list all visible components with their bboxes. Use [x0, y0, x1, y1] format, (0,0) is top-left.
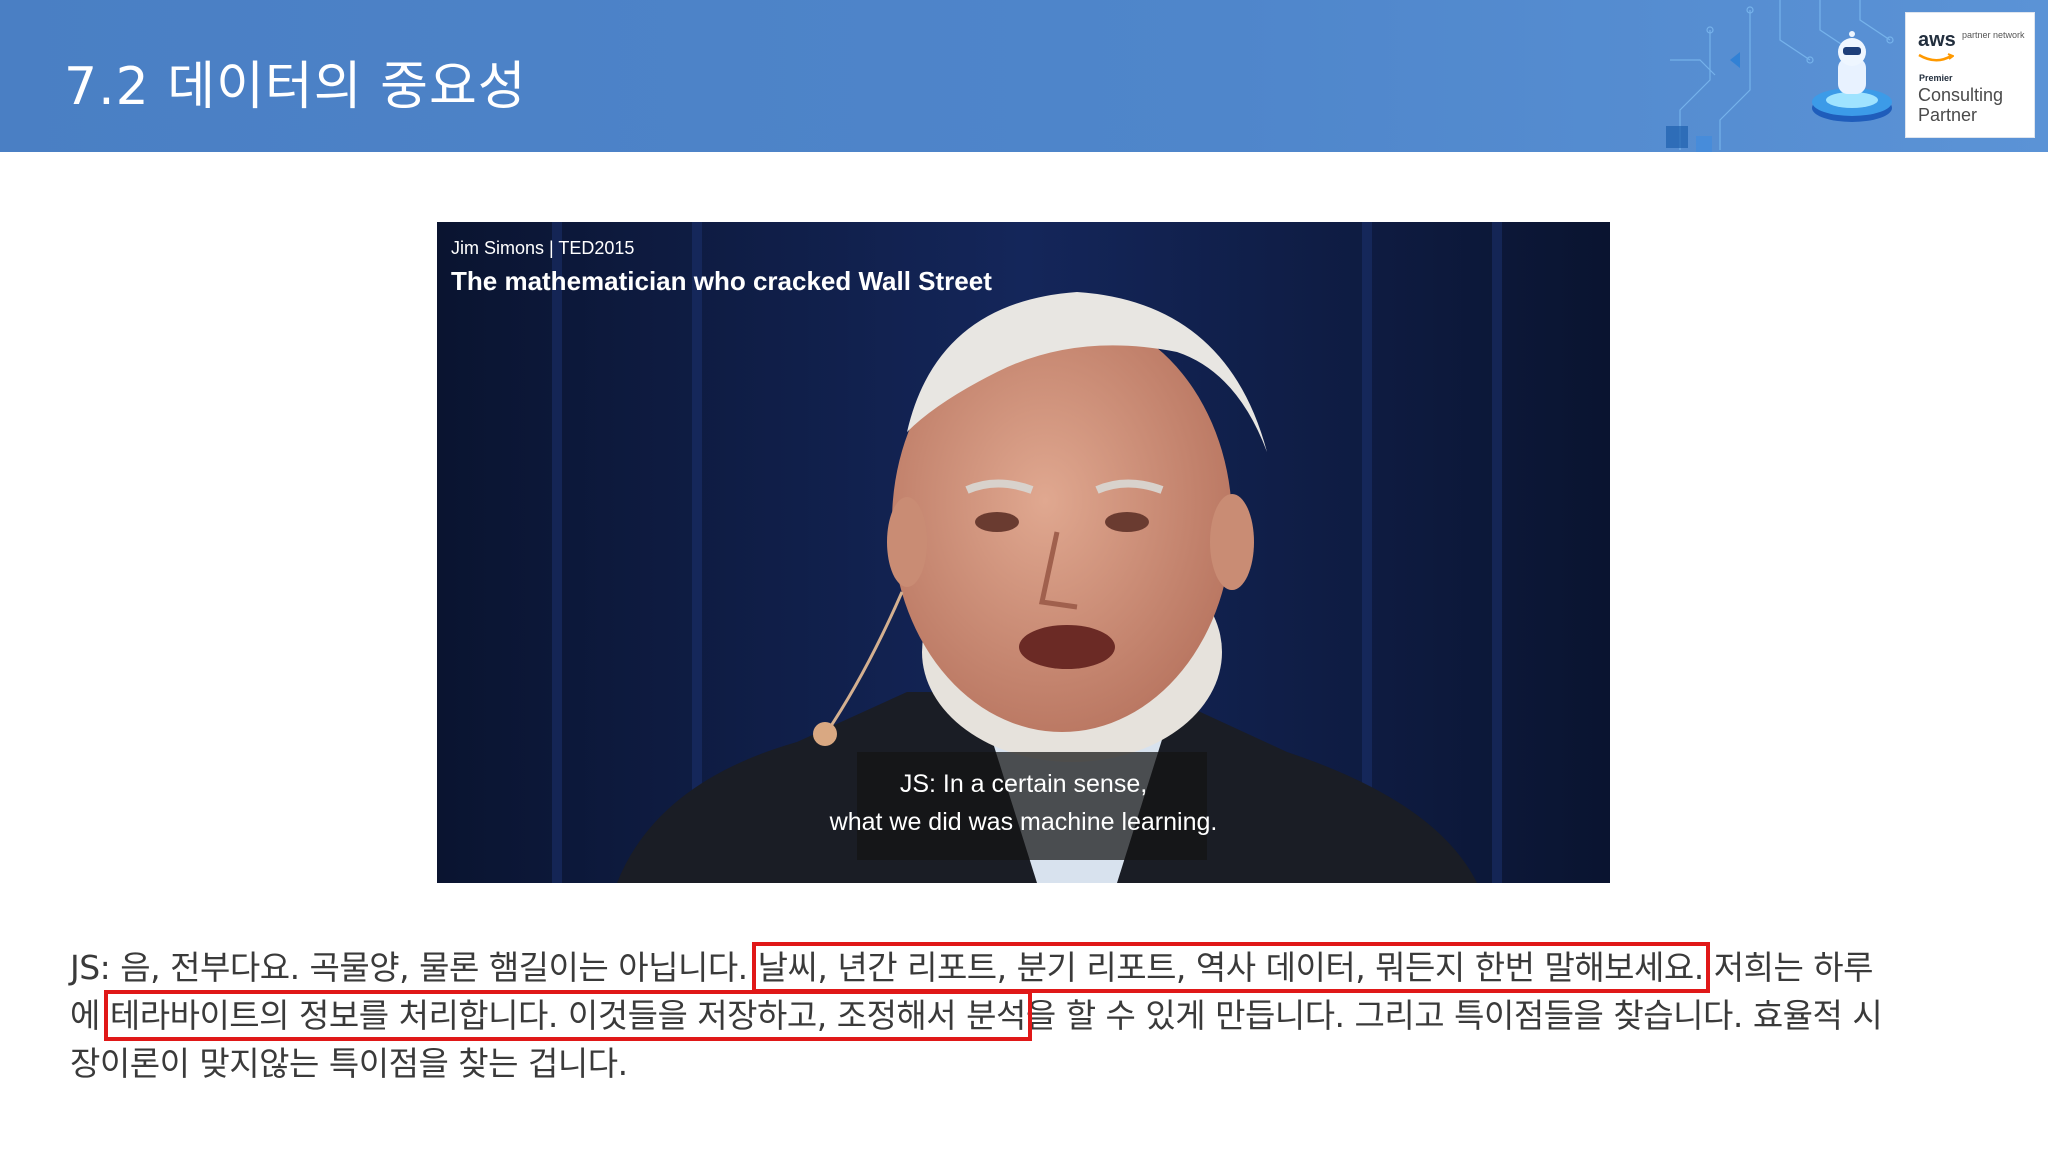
transcript-segment: 에	[70, 996, 110, 1035]
aws-logo: aws	[1918, 29, 1956, 51]
transcript-segment: JS: 음, 전부다요. 곡물양, 물론 햄길이는 아닙니다.	[70, 948, 758, 987]
partner-network-label: partner network	[1962, 30, 2025, 40]
consulting-partner-label: Consulting Partner	[1918, 85, 2004, 125]
transcript-segment: 을 할 수 있게 만듭니다. 그리고 특이점들을 찾습니다. 효율적 시	[1025, 996, 1883, 1035]
caption-background	[857, 752, 1207, 860]
slide-header: 7.2 데이터의 중요성 aws partner network Premier…	[0, 0, 2048, 152]
ted-video-frame[interactable]: Jim Simons | TED2015 The mathematician w…	[437, 222, 1610, 883]
premier-label: Premier	[1919, 73, 1953, 83]
slide-title: 7.2 데이터의 중요성	[64, 57, 527, 117]
tech-circuit-art	[1666, 0, 1894, 152]
video-speaker-label: Jim Simons | TED2015	[451, 238, 635, 258]
transcript-line-3: 장이론이 맞지않는 특이점을 찾는 겁니다.	[70, 1044, 628, 1083]
transcript-line-2: 에 테라바이트의 정보를 처리합니다. 이것들을 저장하고, 조정해서 분석을 …	[70, 990, 2000, 1041]
aws-partner-badge: aws partner network Premier Consulting P…	[1905, 12, 2035, 138]
video-title: The mathematician who cracked Wall Stree…	[451, 266, 992, 296]
transcript-segment: 저희는 하루	[1703, 948, 1874, 987]
highlighted-phrase-2: 테라바이트의 정보를 처리합니다. 이것들을 저장하고, 조정해서 분석	[103, 990, 1032, 1041]
highlighted-phrase-1: 날씨, 년간 리포트, 분기 리포트, 역사 데이터, 뭐든지 한번 말해보세요…	[751, 942, 1710, 993]
transcript-line-1: JS: 음, 전부다요. 곡물양, 물론 햄길이는 아닙니다. 날씨, 년간 리…	[70, 942, 2000, 993]
caption-line-2: what we did was machine learning.	[829, 808, 1218, 836]
caption-line-1: JS: In a certain sense,	[899, 770, 1148, 798]
transcript-text: JS: 음, 전부다요. 곡물양, 물론 햄길이는 아닙니다. 날씨, 년간 리…	[70, 942, 2000, 1088]
aws-smile-icon	[1918, 53, 1954, 62]
